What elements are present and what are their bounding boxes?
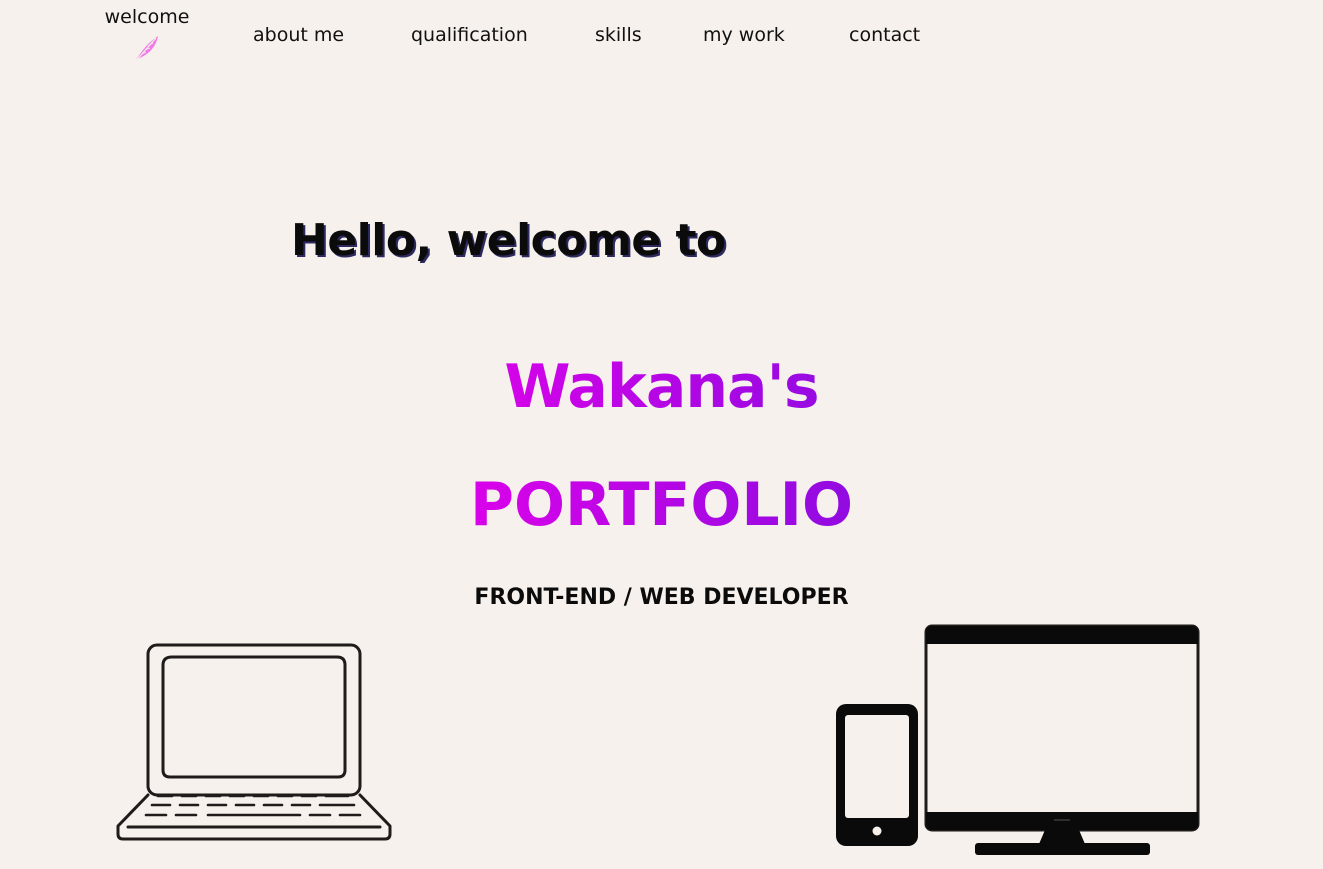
brand-welcome-link[interactable]: welcome: [100, 6, 194, 66]
nav-about-me[interactable]: about me: [253, 22, 344, 48]
hero-name-text: Wakana's: [504, 352, 819, 422]
hero-title: PORTFOLIO: [0, 465, 1323, 545]
phone-and-monitor-icon: [832, 622, 1204, 862]
feather-icon: [130, 32, 164, 66]
hero-title-text: PORTFOLIO: [470, 470, 853, 540]
brand-label: welcome: [104, 6, 190, 28]
hero-name: Wakana's: [0, 347, 1323, 427]
laptop-icon: [112, 640, 396, 850]
nav-my-work[interactable]: my work: [703, 22, 785, 48]
hero-subtitle: FRONT-END / WEB DEVELOPER: [474, 585, 849, 610]
nav-contact[interactable]: contact: [849, 22, 920, 48]
nav-qualification[interactable]: qualification: [411, 22, 528, 48]
portfolio-page: welcome about me qualification skills my…: [0, 0, 1323, 869]
hero-greeting: Hello, welcome to: [291, 215, 726, 266]
nav-skills[interactable]: skills: [595, 22, 642, 48]
